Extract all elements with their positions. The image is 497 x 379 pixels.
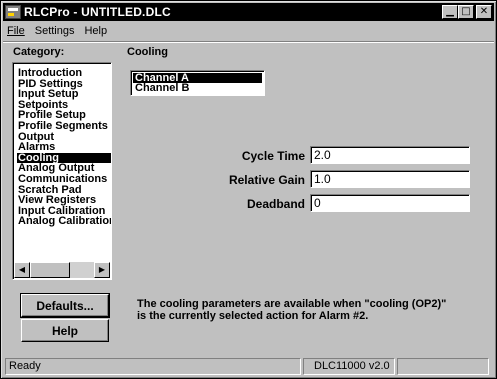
scroll-left-button[interactable]: ◀ [14,262,30,278]
cooling-info-text: The cooling parameters are available whe… [137,298,482,322]
status-version: DLC11000 v2.0 [303,358,395,375]
window-controls: ▁ □ ✕ [442,5,492,19]
category-item-analog-calibration[interactable]: Analog Calibration [17,216,111,227]
cycle-time-input[interactable]: 2.0 [310,146,470,164]
deadband-input[interactable]: 0 [310,194,470,212]
category-item-communications[interactable]: Communications [17,174,111,185]
title-bar[interactable]: RLCPro - UNTITLED.DLC ▁ □ ✕ [3,3,494,21]
close-button[interactable]: ✕ [476,5,492,19]
section-title: Cooling [127,46,168,58]
scroll-right-button[interactable]: ▶ [94,262,110,278]
defaults-button[interactable]: Defaults... [20,293,110,318]
status-extra [397,358,489,375]
status-bar: Ready DLC11000 v2.0 [3,357,494,377]
relative-gain-label: Relative Gain [228,173,305,187]
horizontal-scrollbar[interactable]: ◀ ▶ [14,262,110,278]
menu-settings[interactable]: Settings [35,25,75,37]
app-window: RLCPro - UNTITLED.DLC ▁ □ ✕ File Setting… [0,0,497,379]
category-list[interactable]: Introduction PID Settings Input Setup Setpo… [12,62,112,280]
deadband-label: Deadband [246,197,305,211]
menu-help[interactable]: Help [84,25,107,37]
channel-list[interactable]: Channel A Channel B [130,70,265,96]
category-item-profile-segments[interactable]: Profile Segments [17,121,111,132]
info-line-2: is the currently selected action for Ala… [137,310,369,322]
menu-separator [3,41,494,43]
channel-item-channel-b[interactable]: Channel B [133,83,262,94]
minimize-button[interactable]: ▁ [442,5,458,19]
info-line-1: The cooling parameters are available whe… [137,298,447,310]
scroll-thumb[interactable] [30,262,70,278]
category-label: Category: [13,46,65,58]
app-icon[interactable] [5,5,21,19]
help-button[interactable]: Help [21,319,109,342]
category-items: Introduction PID Settings Input Setup Setpo… [17,68,111,227]
menu-bar: File Settings Help [3,22,494,40]
window-title: RLCPro - UNTITLED.DLC [24,5,171,19]
relative-gain-input[interactable]: 1.0 [310,170,470,188]
menu-file[interactable]: File [7,25,25,37]
maximize-button[interactable]: □ [458,5,474,19]
scroll-track[interactable] [70,262,94,278]
status-message: Ready [5,358,301,375]
category-item-introduction[interactable]: Introduction [17,68,111,79]
cycle-time-label: Cycle Time [241,149,305,163]
